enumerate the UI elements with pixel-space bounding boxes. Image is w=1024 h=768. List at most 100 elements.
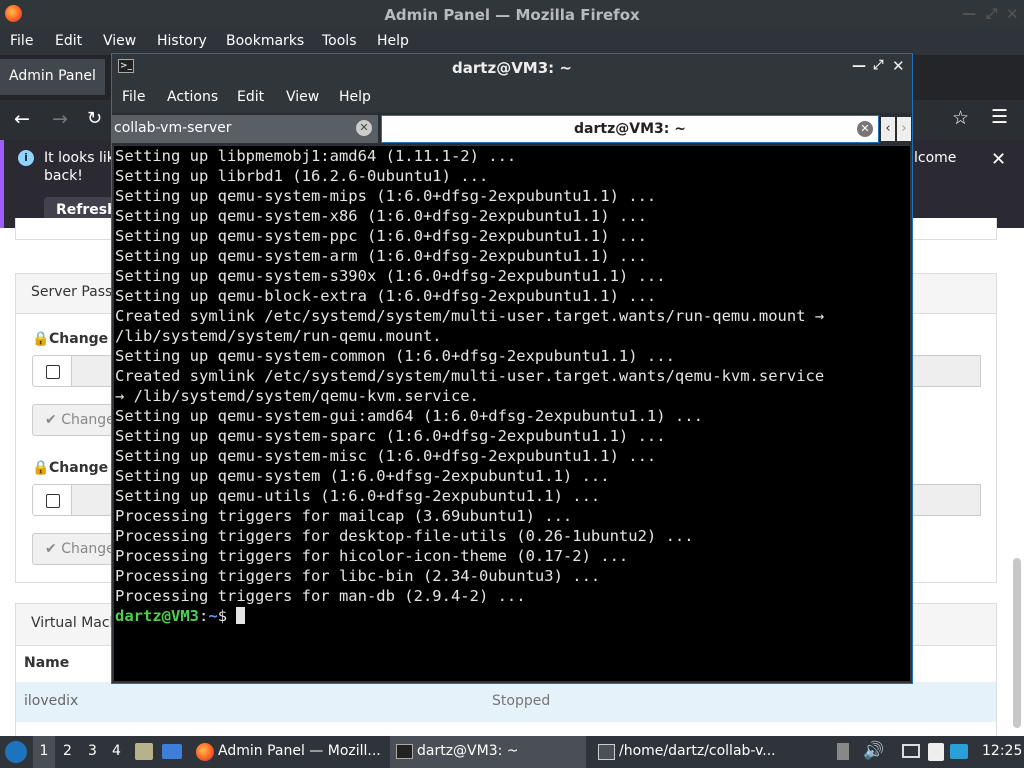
- terminal-line: Setting up qemu-system-arm (1:6.0+dfsg-2…: [115, 247, 647, 265]
- terminal-menu-view[interactable]: View: [286, 89, 319, 105]
- editor-task-icon: [598, 744, 615, 760]
- bookmark-star-icon[interactable]: ☆: [952, 107, 969, 129]
- workspace-3[interactable]: 3: [88, 736, 97, 768]
- taskbar: 1 2 3 4 Admin Panel — Mozill... dartz@VM…: [0, 736, 1024, 768]
- change-button-1[interactable]: ✔ Change: [32, 404, 122, 436]
- menu-view[interactable]: View: [103, 33, 136, 49]
- tab-close-icon[interactable]: ✕: [857, 121, 873, 137]
- change-button-2[interactable]: ✔ Change: [32, 533, 122, 565]
- maximize-icon[interactable]: ⤢: [986, 6, 997, 22]
- notice-accent: [0, 140, 4, 228]
- terminal-line: Setting up qemu-system-mips (1:6.0+dfsg-…: [115, 187, 657, 205]
- terminal-menu-actions[interactable]: Actions: [167, 89, 218, 105]
- workspace-1[interactable]: 1: [33, 736, 55, 768]
- volume-icon[interactable]: 🔊: [863, 741, 884, 761]
- prompt-path: ~: [208, 607, 218, 625]
- terminal-line: Setting up qemu-utils (1:6.0+dfsg-2expub…: [115, 487, 601, 505]
- clipboard-icon[interactable]: [928, 743, 944, 761]
- row-status: Stopped: [492, 693, 551, 709]
- firefox-menubar: File Edit View History Bookmarks Tools H…: [0, 29, 1024, 55]
- menu-file[interactable]: File: [10, 33, 33, 49]
- task-firefox-label: Admin Panel — Mozill...: [218, 743, 381, 759]
- notification-icon[interactable]: [950, 744, 968, 759]
- terminal-maximize-icon[interactable]: ⤢: [873, 58, 883, 73]
- prompt-symbol: $: [217, 607, 237, 625]
- prompt-user: dartz@VM3: [115, 607, 199, 625]
- terminal-lines: Setting up libpmemobj1:amd64 (1.11.1-2) …: [115, 146, 910, 606]
- terminal-menu-file[interactable]: File: [122, 89, 145, 105]
- tab-admin-panel[interactable]: Admin Panel: [0, 59, 105, 95]
- tab-close-icon[interactable]: ✕: [356, 120, 372, 136]
- terminal-line: Setting up qemu-system-common (1:6.0+dfs…: [115, 347, 675, 365]
- terminal-tab-active[interactable]: dartz@VM3: ~ ✕: [381, 115, 879, 143]
- terminal-window: >_ dartz@VM3: ~ — ⤢ ✕ File Actions Edit …: [111, 53, 913, 684]
- firefox-titlebar: Admin Panel — Mozilla Firefox — ⤢ ✕: [0, 0, 1024, 29]
- task-editor-label: /home/dartz/collab-v...: [619, 743, 776, 759]
- table-row[interactable]: ilovedix Stopped: [16, 682, 996, 722]
- prompt-separator: :: [199, 607, 209, 625]
- terminal-minimize-icon[interactable]: —: [852, 58, 866, 74]
- checkbox-1[interactable]: [32, 355, 72, 387]
- terminal-line: Created symlink /etc/systemd/system/mult…: [115, 307, 825, 325]
- terminal-tab-collab-vm-server[interactable]: collab-vm-server ✕: [112, 115, 378, 143]
- show-desktop-icon[interactable]: [162, 744, 182, 759]
- terminal-line: Setting up qemu-system-s390x (1:6.0+dfsg…: [115, 267, 666, 285]
- checkbox-2[interactable]: [32, 484, 72, 516]
- task-editor[interactable]: /home/dartz/collab-v...: [592, 736, 788, 768]
- row-name: ilovedix: [24, 693, 79, 709]
- terminal-title: dartz@VM3: ~: [452, 59, 572, 77]
- terminal-line: Setting up qemu-system-misc (1:6.0+dfsg-…: [115, 447, 657, 465]
- hamburger-menu-icon[interactable]: ☰: [991, 106, 1008, 128]
- tab-scroll-right-icon[interactable]: ›: [897, 117, 911, 141]
- notice-text-right: lcome: [914, 150, 957, 166]
- menu-help[interactable]: Help: [377, 33, 409, 49]
- terminal-line: Processing triggers for mailcap (3.69ubu…: [115, 507, 573, 525]
- change-button-2-label: Change: [61, 541, 115, 557]
- menu-bookmarks[interactable]: Bookmarks: [226, 33, 304, 49]
- terminal-line: Processing triggers for hicolor-icon-the…: [115, 547, 629, 565]
- terminal-line: Processing triggers for man-db (2.9.4-2)…: [115, 587, 526, 605]
- table-header-name: Name: [24, 655, 70, 671]
- network-icon[interactable]: [902, 744, 920, 758]
- terminal-prompt-line: dartz@VM3:~$: [115, 606, 910, 626]
- close-icon[interactable]: ✕: [1006, 5, 1019, 23]
- menu-history[interactable]: History: [157, 33, 207, 49]
- workspace-4[interactable]: 4: [112, 736, 121, 768]
- terminal-line: Setting up qemu-system-x86 (1:6.0+dfsg-2…: [115, 207, 647, 225]
- terminal-line: Setting up qemu-system (1:6.0+dfsg-2expu…: [115, 467, 610, 485]
- terminal-line: Processing triggers for desktop-file-uti…: [115, 527, 694, 545]
- start-menu-icon[interactable]: [5, 741, 27, 763]
- task-firefox[interactable]: Admin Panel — Mozill...: [190, 736, 386, 768]
- terminal-line: /lib/systemd/system/run-qemu.mount.: [115, 327, 442, 345]
- task-terminal[interactable]: dartz@VM3: ~: [390, 736, 586, 768]
- terminal-menu-edit[interactable]: Edit: [237, 89, 264, 105]
- page-scrollbar[interactable]: [1013, 558, 1021, 728]
- forward-icon[interactable]: →: [52, 108, 68, 130]
- terminal-line: Setting up qemu-block-extra (1:6.0+dfsg-…: [115, 287, 657, 305]
- terminal-tab-inactive-label: collab-vm-server: [114, 120, 232, 136]
- firefox-task-icon: [196, 743, 214, 761]
- terminal-close-icon[interactable]: ✕: [892, 57, 905, 75]
- terminal-titlebar: >_ dartz@VM3: ~ — ⤢ ✕: [112, 54, 912, 81]
- notice-text-1: It looks lik: [44, 150, 115, 166]
- workspace-2[interactable]: 2: [63, 736, 72, 768]
- notice-text-2: back!: [44, 168, 83, 184]
- task-terminal-label: dartz@VM3: ~: [417, 743, 519, 759]
- reload-icon[interactable]: ↻: [87, 108, 102, 129]
- menu-edit[interactable]: Edit: [55, 33, 82, 49]
- tab-scroll-left-icon[interactable]: ‹: [881, 117, 895, 141]
- info-icon: i: [18, 150, 34, 166]
- terminal-cursor: [236, 607, 246, 624]
- minimize-icon[interactable]: —: [962, 6, 976, 22]
- terminal-output[interactable]: Setting up libpmemobj1:amd64 (1.11.1-2) …: [114, 146, 910, 681]
- terminal-menu-help[interactable]: Help: [339, 89, 371, 105]
- file-manager-icon[interactable]: [135, 743, 153, 760]
- battery-icon[interactable]: [837, 743, 849, 760]
- menu-tools[interactable]: Tools: [322, 33, 357, 49]
- lock-icon-2: 🔒: [32, 460, 50, 476]
- notice-close-icon[interactable]: ✕: [991, 149, 1006, 170]
- terminal-line: Setting up qemu-system-gui:amd64 (1:6.0+…: [115, 407, 703, 425]
- terminal-line: Created symlink /etc/systemd/system/mult…: [115, 367, 825, 385]
- window-title: Admin Panel — Mozilla Firefox: [384, 6, 640, 24]
- back-icon[interactable]: ←: [14, 108, 30, 130]
